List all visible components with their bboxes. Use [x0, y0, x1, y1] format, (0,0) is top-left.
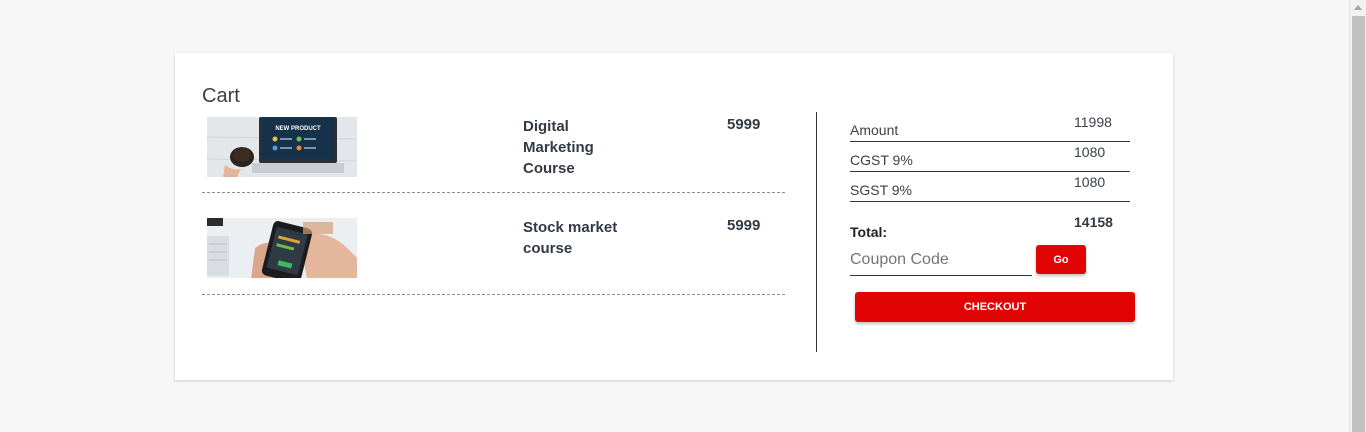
- total-value: 14158: [1074, 214, 1113, 230]
- summary-label: Amount: [850, 122, 899, 138]
- laptop-screen-text: NEW PRODUCT: [275, 126, 321, 132]
- cart-title: Cart: [202, 85, 240, 107]
- item-price: 5999: [727, 116, 761, 133]
- cart-card: Cart NEW PRODUCT Digital Marketing Cours…: [175, 53, 1173, 380]
- summary-value: 1080: [1074, 174, 1106, 190]
- item-name: Stock market course: [523, 219, 618, 257]
- summary-row-amount: Amount 11998: [850, 111, 1130, 142]
- cart-item: NEW PRODUCT Digital Marketing Course 599…: [202, 116, 785, 193]
- summary-value: 11998: [1074, 114, 1112, 130]
- summary-value: 1080: [1074, 144, 1106, 160]
- scroll-up-arrow-icon[interactable]: [1354, 5, 1362, 10]
- coupon-code-input[interactable]: [850, 245, 1032, 276]
- summary-label: CGST 9%: [850, 152, 913, 168]
- vertical-divider: [816, 112, 817, 352]
- checkout-button[interactable]: CHECKOUT: [855, 292, 1135, 322]
- scrollbar-thumb[interactable]: [1352, 16, 1365, 432]
- summary-row-cgst: CGST 9% 1080: [850, 141, 1130, 172]
- cart-item: Stock market course 5999: [202, 217, 785, 295]
- total-label: Total:: [850, 224, 888, 240]
- laptop-new-product-image: NEW PRODUCT: [207, 117, 357, 177]
- summary-label: SGST 9%: [850, 182, 912, 198]
- coupon-go-button[interactable]: Go: [1036, 245, 1086, 274]
- smartphone-trading-image: [207, 218, 357, 278]
- page-scrollbar[interactable]: [1349, 0, 1366, 432]
- item-name: Digital Marketing Course: [523, 118, 594, 177]
- summary-row-sgst: SGST 9% 1080: [850, 171, 1130, 202]
- item-price: 5999: [727, 217, 761, 234]
